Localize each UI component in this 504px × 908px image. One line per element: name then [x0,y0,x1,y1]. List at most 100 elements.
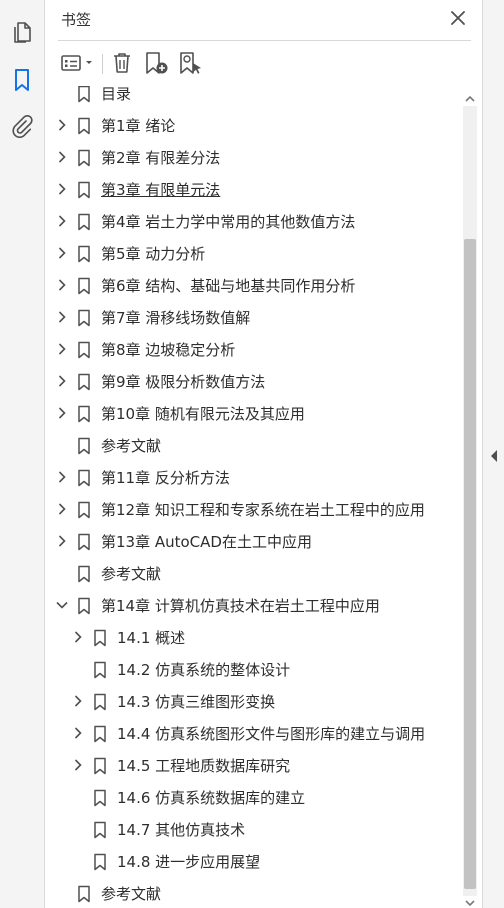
bookmark-row[interactable]: 14.7 其他仿真技术 [45,814,463,846]
bookmark-icon [78,437,90,455]
bookmark-label: 第13章 AutoCAD在土工中应用 [101,533,312,551]
bookmark-label: 14.8 进一步应用展望 [117,853,261,871]
scroll-up-icon[interactable] [465,94,475,104]
scroll-thumb[interactable] [464,239,476,889]
scroll-down-icon[interactable] [465,898,475,908]
bookmark-icon [78,213,90,231]
bookmark-row[interactable]: 参考文献 [45,558,463,590]
chevron-right-icon[interactable] [71,630,85,644]
chevron-right-icon[interactable] [55,246,69,260]
bookmark-icon [94,629,106,647]
chevron-right-icon[interactable] [55,406,69,420]
bookmark-label: 第3章 有限单元法 [101,181,221,199]
chevron-right-icon[interactable] [55,534,69,548]
bookmark-label: 第8章 边坡稳定分析 [101,341,236,359]
bookmark-row[interactable]: 参考文献 [45,878,463,908]
bookmark-icon [78,309,90,327]
bookmark-label: 第1章 绪论 [101,117,176,135]
bookmark-icon [94,757,106,775]
bookmark-row[interactable]: 第3章 有限单元法 [45,174,463,206]
bookmark-label: 第7章 滑移线场数值解 [101,309,251,327]
bookmark-row[interactable]: 参考文献 [45,430,463,462]
bookmark-label: 14.7 其他仿真技术 [117,821,246,839]
bookmark-label: 14.4 仿真系统图形文件与图形库的建立与调用 [117,725,426,743]
bookmark-row[interactable]: 14.8 进一步应用展望 [45,846,463,878]
trash-icon[interactable] [110,50,134,76]
bookmark-icon [78,533,90,551]
bookmark-row[interactable]: 14.5 工程地质数据库研究 [45,750,463,782]
bookmark-row[interactable]: 第11章 反分析方法 [45,462,463,494]
bookmark-icon[interactable] [8,66,36,94]
bookmark-icon [78,86,90,103]
bookmark-row[interactable]: 第5章 动力分析 [45,238,463,270]
bookmark-label: 第4章 岩土力学中常用的其他数值方法 [101,213,356,231]
bookmark-row[interactable]: 第6章 结构、基础与地基共同作用分析 [45,270,463,302]
bookmark-label: 第12章 知识工程和专家系统在岩土工程中的应用 [101,501,425,519]
bookmark-row[interactable]: 第14章 计算机仿真技术在岩土工程中应用 [45,590,463,622]
find-bookmark-icon[interactable] [178,50,204,76]
bookmark-row[interactable]: 目录 [45,86,463,110]
bookmark-row[interactable]: 14.6 仿真系统数据库的建立 [45,782,463,814]
bookmark-row[interactable]: 第7章 滑移线场数值解 [45,302,463,334]
toolbar-separator [102,54,103,74]
bookmark-scrollbar[interactable] [463,90,477,908]
bookmark-label: 第9章 极限分析数值方法 [101,373,266,391]
bookmark-row[interactable]: 第12章 知识工程和专家系统在岩土工程中的应用 [45,494,463,526]
chevron-right-icon[interactable] [55,342,69,356]
bookmark-row[interactable]: 第1章 绪论 [45,110,463,142]
chevron-right-icon[interactable] [71,726,85,740]
chevron-right-icon[interactable] [55,150,69,164]
bookmark-tree[interactable]: 目录第1章 绪论第2章 有限差分法第3章 有限单元法第4章 岩土力学中常用的其他… [45,86,463,908]
bookmark-row[interactable]: 14.1 概述 [45,622,463,654]
bookmark-icon [78,501,90,519]
collapse-arrow-icon[interactable] [489,449,499,463]
bookmark-row[interactable]: 第10章 随机有限元法及其应用 [45,398,463,430]
bookmark-icon [78,469,90,487]
add-bookmark-icon[interactable] [144,50,170,76]
panel-collapse-strip[interactable] [482,0,504,908]
list-options-icon[interactable] [60,50,96,76]
chevron-right-icon[interactable] [71,758,85,772]
bookmark-icon [78,597,90,615]
panel-title: 书签 [61,11,92,29]
left-nav-rail [0,0,45,908]
bookmark-label: 第14章 计算机仿真技术在岩土工程中应用 [101,597,380,615]
bookmark-label: 第10章 随机有限元法及其应用 [101,405,305,423]
bookmark-label: 14.2 仿真系统的整体设计 [117,661,291,679]
bookmark-label: 14.6 仿真系统数据库的建立 [117,789,306,807]
chevron-right-icon[interactable] [55,310,69,324]
bookmark-icon [78,341,90,359]
bookmark-row[interactable]: 第13章 AutoCAD在土工中应用 [45,526,463,558]
attachment-icon[interactable] [8,112,36,140]
bookmark-row[interactable]: 第9章 极限分析数值方法 [45,366,463,398]
chevron-right-icon[interactable] [55,214,69,228]
bookmark-label: 第6章 结构、基础与地基共同作用分析 [101,277,356,295]
bookmark-row[interactable]: 14.3 仿真三维图形变换 [45,686,463,718]
chevron-right-icon[interactable] [55,374,69,388]
chevron-right-icon[interactable] [55,118,69,132]
bookmark-row[interactable]: 14.4 仿真系统图形文件与图形库的建立与调用 [45,718,463,750]
bookmark-label: 目录 [101,86,132,103]
pages-icon[interactable] [8,18,36,46]
chevron-right-icon[interactable] [55,470,69,484]
bookmark-icon [78,149,90,167]
bookmark-icon [78,277,90,295]
bookmark-icon [78,373,90,391]
bookmark-row[interactable]: 第2章 有限差分法 [45,142,463,174]
chevron-down-icon[interactable] [55,598,69,612]
chevron-right-icon[interactable] [71,694,85,708]
bookmark-row[interactable]: 第8章 边坡稳定分析 [45,334,463,366]
bookmark-row[interactable]: 第4章 岩土力学中常用的其他数值方法 [45,206,463,238]
chevron-right-icon[interactable] [55,502,69,516]
bookmark-row[interactable]: 14.2 仿真系统的整体设计 [45,654,463,686]
bookmark-label: 14.5 工程地质数据库研究 [117,757,291,775]
scroll-track[interactable] [463,106,477,896]
bookmark-icon [78,565,90,583]
bookmarks-panel: 书签 目录 第1章 绪论 第2章 有限差分法 第3章 有限单元法 第4章 岩土力… [45,0,482,908]
bookmark-icon [94,821,106,839]
bookmark-label: 参考文献 [101,565,162,583]
chevron-right-icon[interactable] [55,278,69,292]
bookmark-icon [78,117,90,135]
close-icon[interactable] [448,8,468,28]
chevron-right-icon[interactable] [55,182,69,196]
